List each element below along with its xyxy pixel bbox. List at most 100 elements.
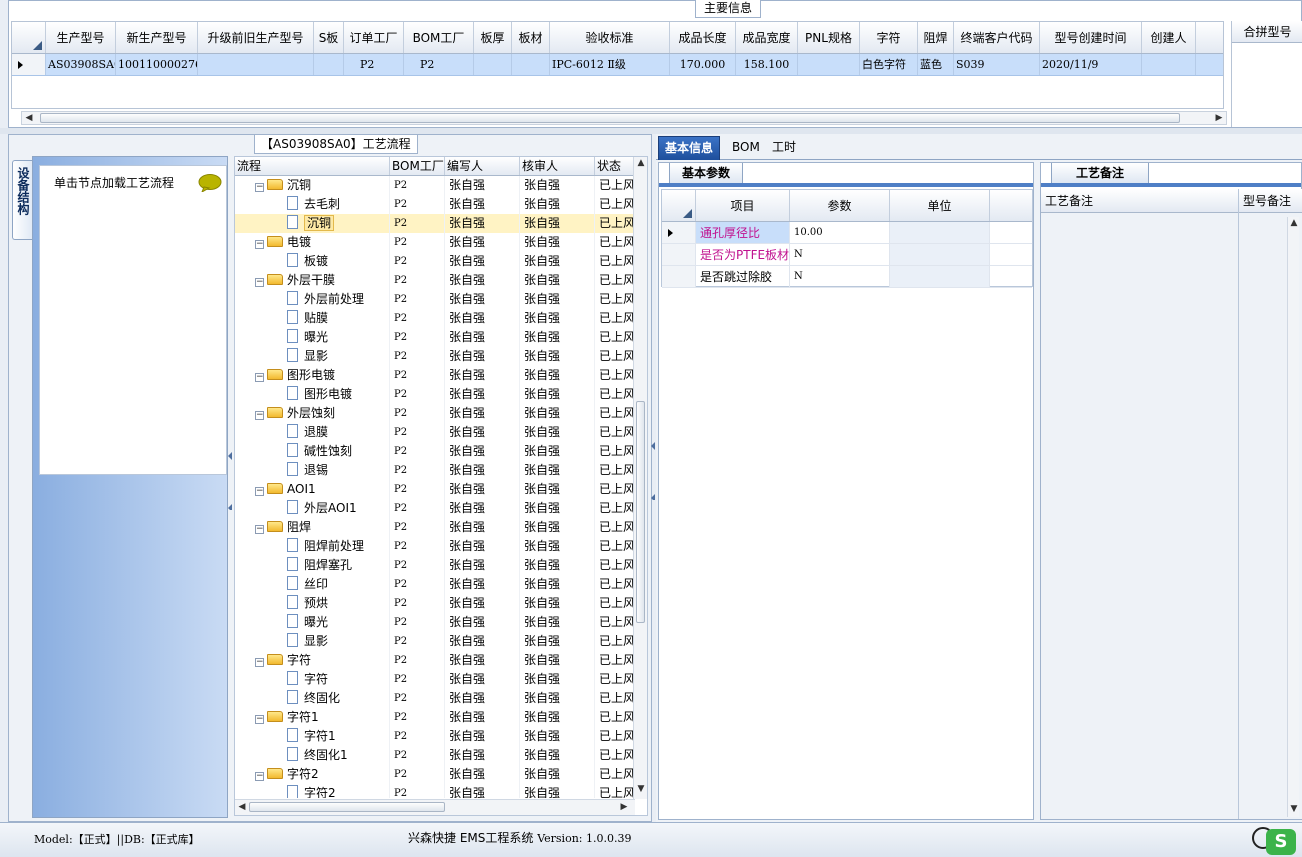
tree-status-cell[interactable]: 已上风: [595, 290, 635, 309]
tree-writer-cell[interactable]: 张自强: [445, 385, 520, 404]
param-row-pointer[interactable]: [662, 222, 696, 243]
collapse-icon[interactable]: −: [255, 411, 264, 420]
main-col-header[interactable]: 型号创建时间: [1040, 22, 1142, 53]
tree-bom-cell[interactable]: P2: [390, 271, 445, 290]
tree-status-cell[interactable]: 已上风: [595, 480, 635, 499]
tree-status-cell[interactable]: 已上风: [595, 176, 635, 195]
tree-row[interactable]: 字符 P2 张自强 张自强 已上风: [235, 670, 635, 689]
main-col-header[interactable]: 阻焊: [918, 22, 954, 53]
tree-row[interactable]: − 沉铜 P2 张自强 张自强 已上风: [235, 176, 635, 195]
tree-writer-cell[interactable]: 张自强: [445, 233, 520, 252]
scroll-up-icon[interactable]: ▲: [1288, 217, 1300, 229]
tree-row[interactable]: 显影 P2 张自强 张自强 已上风: [235, 632, 635, 651]
main-grid-corner[interactable]: [12, 22, 46, 53]
tree-writer-cell[interactable]: 张自强: [445, 176, 520, 195]
tree-row[interactable]: − 外层蚀刻 P2 张自强 张自强 已上风: [235, 404, 635, 423]
tree-bom-cell[interactable]: P2: [390, 366, 445, 385]
scroll-down-icon[interactable]: ▼: [1288, 803, 1300, 815]
param-unit-cell[interactable]: [890, 222, 990, 243]
tree-writer-cell[interactable]: 张自强: [445, 727, 520, 746]
process-tree-vscrollbar[interactable]: ▲ ▼: [633, 157, 647, 799]
tree-writer-cell[interactable]: 张自强: [445, 746, 520, 765]
tree-status-cell[interactable]: 已上风: [595, 765, 635, 784]
tree-writer-cell[interactable]: 张自强: [445, 556, 520, 575]
tree-row[interactable]: 去毛刺 P2 张自强 张自强 已上风: [235, 195, 635, 214]
tree-checker-cell[interactable]: 张自强: [520, 708, 595, 727]
tree-status-cell[interactable]: 已上风: [595, 442, 635, 461]
tree-checker-cell[interactable]: 张自强: [520, 784, 595, 798]
param-value-cell[interactable]: N: [790, 266, 890, 287]
tree-checker-cell[interactable]: 张自强: [520, 233, 595, 252]
tree-node[interactable]: 退膜: [235, 423, 390, 442]
main-col-header[interactable]: BOM工厂: [404, 22, 474, 53]
tree-writer-cell[interactable]: 张自强: [445, 366, 520, 385]
main-cell[interactable]: 158.100: [736, 54, 798, 75]
collapse-icon[interactable]: −: [255, 183, 264, 192]
main-cell[interactable]: P2: [344, 54, 404, 75]
main-col-header[interactable]: 字符: [860, 22, 918, 53]
tree-status-cell[interactable]: 已上风: [595, 670, 635, 689]
tree-bom-cell[interactable]: P2: [390, 214, 445, 233]
scroll-down-icon[interactable]: ▼: [634, 783, 647, 795]
param-row[interactable]: 是否为PTFE板材 N: [662, 244, 1032, 266]
tree-node[interactable]: 阻焊前处理: [235, 537, 390, 556]
scroll-left-icon[interactable]: ◀: [22, 112, 36, 124]
tree-writer-cell[interactable]: 张自强: [445, 708, 520, 727]
tree-checker-cell[interactable]: 张自强: [520, 404, 595, 423]
tree-writer-cell[interactable]: 张自强: [445, 594, 520, 613]
tree-node[interactable]: 预烘: [235, 594, 390, 613]
tree-node[interactable]: 外层AOI1: [235, 499, 390, 518]
tree-row[interactable]: 丝印 P2 张自强 张自强 已上风: [235, 575, 635, 594]
param-value-cell[interactable]: N: [790, 244, 890, 265]
main-cell[interactable]: [1142, 54, 1196, 75]
tree-status-cell[interactable]: 已上风: [595, 575, 635, 594]
tree-node[interactable]: − 外层干膜: [235, 271, 390, 290]
tree-writer-cell[interactable]: 张自强: [445, 309, 520, 328]
tree-bom-cell[interactable]: P2: [390, 309, 445, 328]
collapse-icon[interactable]: −: [255, 772, 264, 781]
tree-writer-cell[interactable]: 张自强: [445, 347, 520, 366]
tree-writer-cell[interactable]: 张自强: [445, 575, 520, 594]
tree-checker-cell[interactable]: 张自强: [520, 214, 595, 233]
tree-bom-cell[interactable]: P2: [390, 651, 445, 670]
tree-node[interactable]: 贴膜: [235, 309, 390, 328]
tree-node[interactable]: − 沉铜: [235, 176, 390, 195]
tree-checker-cell[interactable]: 张自强: [520, 252, 595, 271]
tree-row[interactable]: 曝光 P2 张自强 张自强 已上风: [235, 328, 635, 347]
param-unit-cell[interactable]: [890, 266, 990, 287]
splitter-grip-icon[interactable]: [228, 450, 232, 510]
tree-writer-cell[interactable]: 张自强: [445, 765, 520, 784]
tree-node[interactable]: − 阻焊: [235, 518, 390, 537]
tree-checker-cell[interactable]: 张自强: [520, 385, 595, 404]
tree-status-cell[interactable]: 已上风: [595, 214, 635, 233]
tree-row[interactable]: 板镀 P2 张自强 张自强 已上风: [235, 252, 635, 271]
tree-bom-cell[interactable]: P2: [390, 670, 445, 689]
tree-bom-cell[interactable]: P2: [390, 195, 445, 214]
tree-row[interactable]: 显影 P2 张自强 张自强 已上风: [235, 347, 635, 366]
tree-bom-cell[interactable]: P2: [390, 556, 445, 575]
main-grid-hscroll-thumb[interactable]: [40, 113, 1180, 123]
tree-writer-cell[interactable]: 张自强: [445, 461, 520, 480]
tree-checker-cell[interactable]: 张自强: [520, 518, 595, 537]
tree-status-cell[interactable]: 已上风: [595, 594, 635, 613]
tree-row[interactable]: 退膜 P2 张自强 张自强 已上风: [235, 423, 635, 442]
tree-node[interactable]: 板镀: [235, 252, 390, 271]
tree-row[interactable]: 外层前处理 P2 张自强 张自强 已上风: [235, 290, 635, 309]
tree-status-cell[interactable]: 已上风: [595, 727, 635, 746]
tree-writer-cell[interactable]: 张自强: [445, 499, 520, 518]
tree-bom-cell[interactable]: P2: [390, 347, 445, 366]
collapse-icon[interactable]: −: [255, 240, 264, 249]
tree-bom-cell[interactable]: P2: [390, 632, 445, 651]
main-cell[interactable]: [474, 54, 512, 75]
col-header-checker[interactable]: 核审人: [520, 157, 595, 175]
tree-node[interactable]: 终固化: [235, 689, 390, 708]
tree-status-cell[interactable]: 已上风: [595, 385, 635, 404]
tree-row[interactable]: − 字符1 P2 张自强 张自强 已上风: [235, 708, 635, 727]
main-cell[interactable]: 白色字符: [860, 54, 918, 75]
tree-checker-cell[interactable]: 张自强: [520, 727, 595, 746]
tree-writer-cell[interactable]: 张自强: [445, 518, 520, 537]
tree-row[interactable]: 退锡 P2 张自强 张自强 已上风: [235, 461, 635, 480]
tree-bom-cell[interactable]: P2: [390, 385, 445, 404]
tree-status-cell[interactable]: 已上风: [595, 499, 635, 518]
main-grid-row[interactable]: AS03908SA010011000027635P2P2IPC-6012 Ⅱ级1…: [12, 54, 1223, 76]
